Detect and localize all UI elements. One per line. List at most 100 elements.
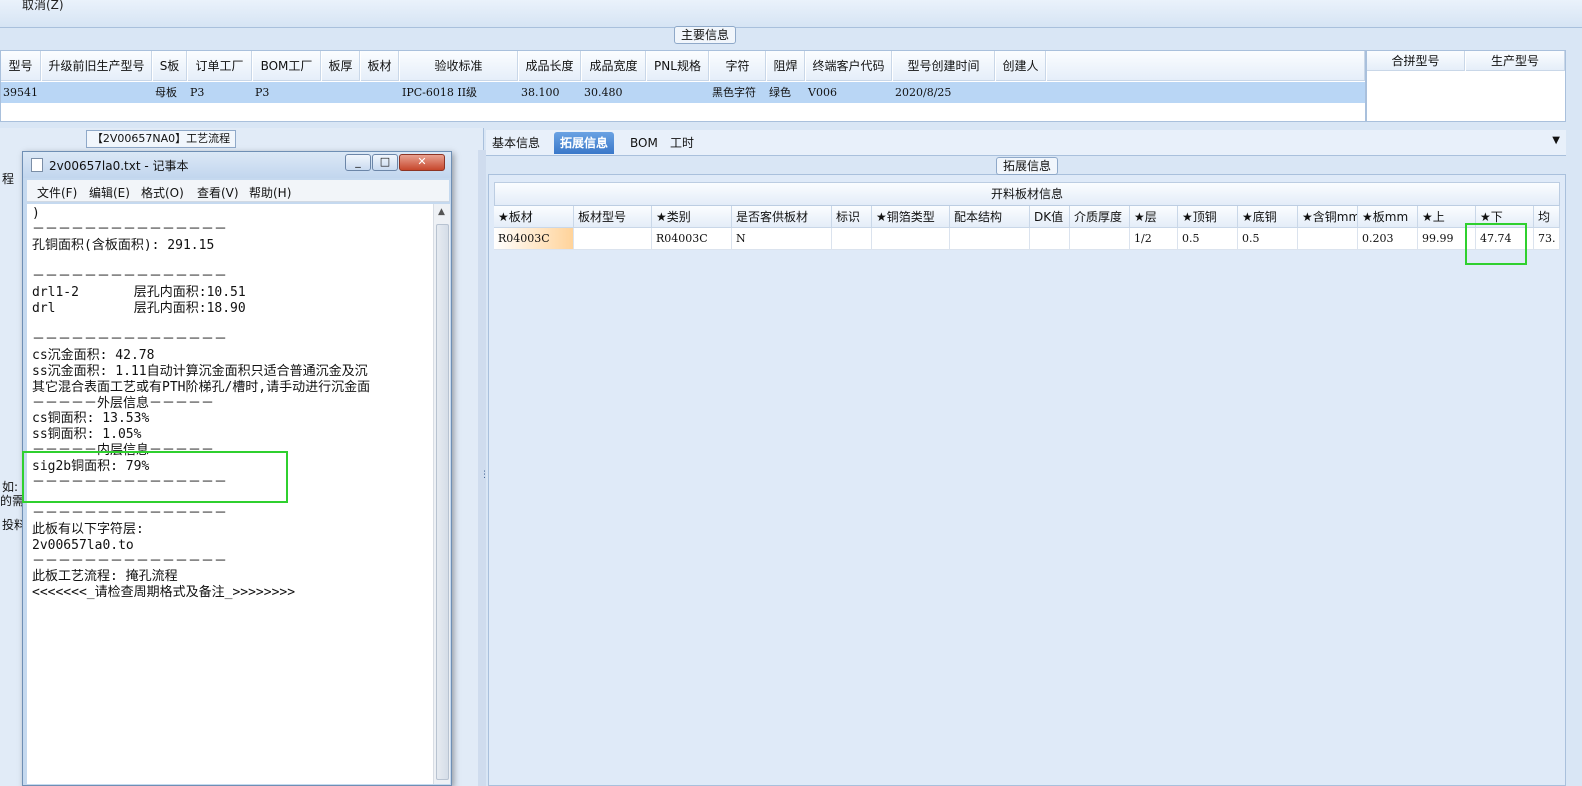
minimize-button[interactable]: _ [345,154,371,171]
col-pnl[interactable]: PNL规格 [647,51,709,81]
extended-info-title: 拓展信息 [996,157,1058,175]
col-empty [1047,51,1365,81]
main-info-table: 型号 升级前旧生产型号 S板 订单工厂 BOM工厂 板厚 板材 验收标准 成品长… [0,50,1366,122]
col-bottom-copper[interactable]: ★底铜 [1238,206,1298,228]
col-foil-type[interactable]: ★铜箔类型 [872,206,950,228]
cell-with-copper[interactable] [1298,228,1358,250]
menu-file[interactable]: 文件(F) [37,184,77,201]
text-line: －－－－－－－－－－－－－－－ [32,221,228,237]
col-top-copper[interactable]: ★顶铜 [1178,206,1238,228]
col-dielectric[interactable]: 介质厚度 [1070,206,1130,228]
col-character[interactable]: 字符 [710,51,766,81]
col-board[interactable]: ★板材 [494,206,574,228]
cell-average[interactable]: 73. [1534,228,1560,250]
notepad-icon [31,158,43,172]
maximize-button[interactable]: □ [372,154,398,171]
highlight-box [1465,223,1527,265]
col-category[interactable]: ★类别 [652,206,732,228]
tab-basic-info[interactable]: 基本信息 [486,132,546,154]
cell-board-model[interactable] [574,228,652,250]
cell-layer[interactable]: 1/2 [1130,228,1178,250]
merge-model-table: 合拼型号 生产型号 [1366,50,1566,122]
menu-view[interactable]: 查看(V) [197,184,239,201]
text-line: cs沉金面积: 42.78 [32,348,155,364]
vertical-scrollbar[interactable]: ▲ [433,204,450,784]
cell-dk[interactable] [1030,228,1070,250]
col-order-factory[interactable]: 订单工厂 [188,51,252,81]
text-line: 此板有以下字符层: [32,521,144,537]
col-customer-code[interactable]: 终端客户代码 [806,51,892,81]
col-board-model[interactable]: 板材型号 [574,206,652,228]
cell-order-factory: P3 [188,82,252,103]
cell-structure[interactable] [950,228,1030,250]
col-merge-model[interactable]: 合拼型号 [1367,51,1465,71]
tab-bom[interactable]: BOM [624,132,664,154]
col-board-mm[interactable]: ★板mm [1358,206,1418,228]
material-grid-caption: 开料板材信息 [494,182,1560,206]
top-toolbar: 取消(Z) [0,0,1582,28]
tab-extended-info[interactable]: 拓展信息 [554,132,615,154]
col-standard[interactable]: 验收标准 [400,51,518,81]
col-thickness[interactable]: 板厚 [322,51,360,81]
menu-format[interactable]: 格式(O) [141,184,184,201]
col-production-model[interactable]: 生产型号 [1466,51,1565,71]
col-s-board[interactable]: S板 [153,51,187,81]
text-line: －－－－－－－－－－－－－－－ [32,553,228,569]
scroll-thumb[interactable] [436,224,449,780]
col-length[interactable]: 成品长度 [519,51,581,81]
cell-top-copper[interactable]: 0.5 [1178,228,1238,250]
cell-board[interactable]: R04003C [494,228,574,250]
col-customer-supplied[interactable]: 是否客供板材 [732,206,832,228]
col-model[interactable]: 型号 [1,51,41,81]
cell-category[interactable]: R04003C [652,228,732,250]
cell-s-board: 母板 [153,82,187,103]
cell-board-mm[interactable]: 0.203 [1358,228,1418,250]
cell-width: 30.480 [582,82,646,103]
col-average[interactable]: 均 [1534,206,1560,228]
col-bom-factory[interactable]: BOM工厂 [253,51,321,81]
menu-edit[interactable]: 编辑(E) [89,184,130,201]
col-old-model[interactable]: 升级前旧生产型号 [42,51,152,81]
col-mark[interactable]: 标识 [832,206,872,228]
process-flow-title: 【2V00657NA0】工艺流程 [86,130,236,148]
col-layer[interactable]: ★层 [1130,206,1178,228]
text-line: 2v00657la0.to [32,537,134,553]
text-line: 其它混合表面工艺或有PTH阶梯孔/槽时,请手动进行沉金面 [32,379,371,395]
col-material[interactable]: 板材 [361,51,399,81]
menu-help[interactable]: 帮助(H) [249,184,291,201]
text-line: drl 层孔内面积:18.90 [32,300,246,316]
scroll-up-icon[interactable]: ▲ [438,207,445,217]
cell-mark[interactable] [832,228,872,250]
cell-customer-supplied[interactable]: N [732,228,832,250]
cell-bottom-copper[interactable]: 0.5 [1238,228,1298,250]
cell-length: 38.100 [519,82,581,103]
notepad-titlebar[interactable]: 2v00657la0.txt - 记事本 _ □ ✕ [23,152,451,178]
partial-label: 程 [2,172,15,186]
col-dk[interactable]: DK值 [1030,206,1070,228]
notepad-title: 2v00657la0.txt - 记事本 [49,159,189,173]
cell-foil-type[interactable] [872,228,950,250]
panel-splitter[interactable]: ⋮ [478,150,489,786]
col-with-copper[interactable]: ★含铜mm [1298,206,1358,228]
cell-character: 黑色字符 [710,82,766,103]
cell-dielectric[interactable] [1070,228,1130,250]
close-button[interactable]: ✕ [399,154,445,171]
partial-label: 的需 [0,494,25,508]
cancel-button[interactable]: 取消(Z) [22,0,64,13]
cell-created-time: 2020/8/25 [893,82,995,103]
col-width[interactable]: 成品宽度 [582,51,646,81]
col-structure[interactable]: 配本结构 [950,206,1030,228]
col-creator[interactable]: 创建人 [996,51,1046,81]
text-line: －－－－－－－－－－－－－－－ [32,506,228,522]
text-line: －－－－－外层信息－－－－－ [32,395,215,411]
text-line: ) [32,206,40,221]
col-solder-mask[interactable]: 阻焊 [767,51,805,81]
chevron-down-icon[interactable]: ▼ [1552,135,1560,146]
notepad-menubar: 文件(F) 编辑(E) 格式(O) 查看(V) 帮助(H) [27,180,449,202]
text-line: 孔铜面积(含板面积): 291.15 [32,237,215,253]
col-created-time[interactable]: 型号创建时间 [893,51,995,81]
text-line: drl1-2 层孔内面积:10.51 [32,284,246,300]
main-info-title: 主要信息 [674,26,736,44]
text-line: －－－－－－－－－－－－－－－ [32,332,228,348]
tab-work-hours[interactable]: 工时 [664,132,700,154]
